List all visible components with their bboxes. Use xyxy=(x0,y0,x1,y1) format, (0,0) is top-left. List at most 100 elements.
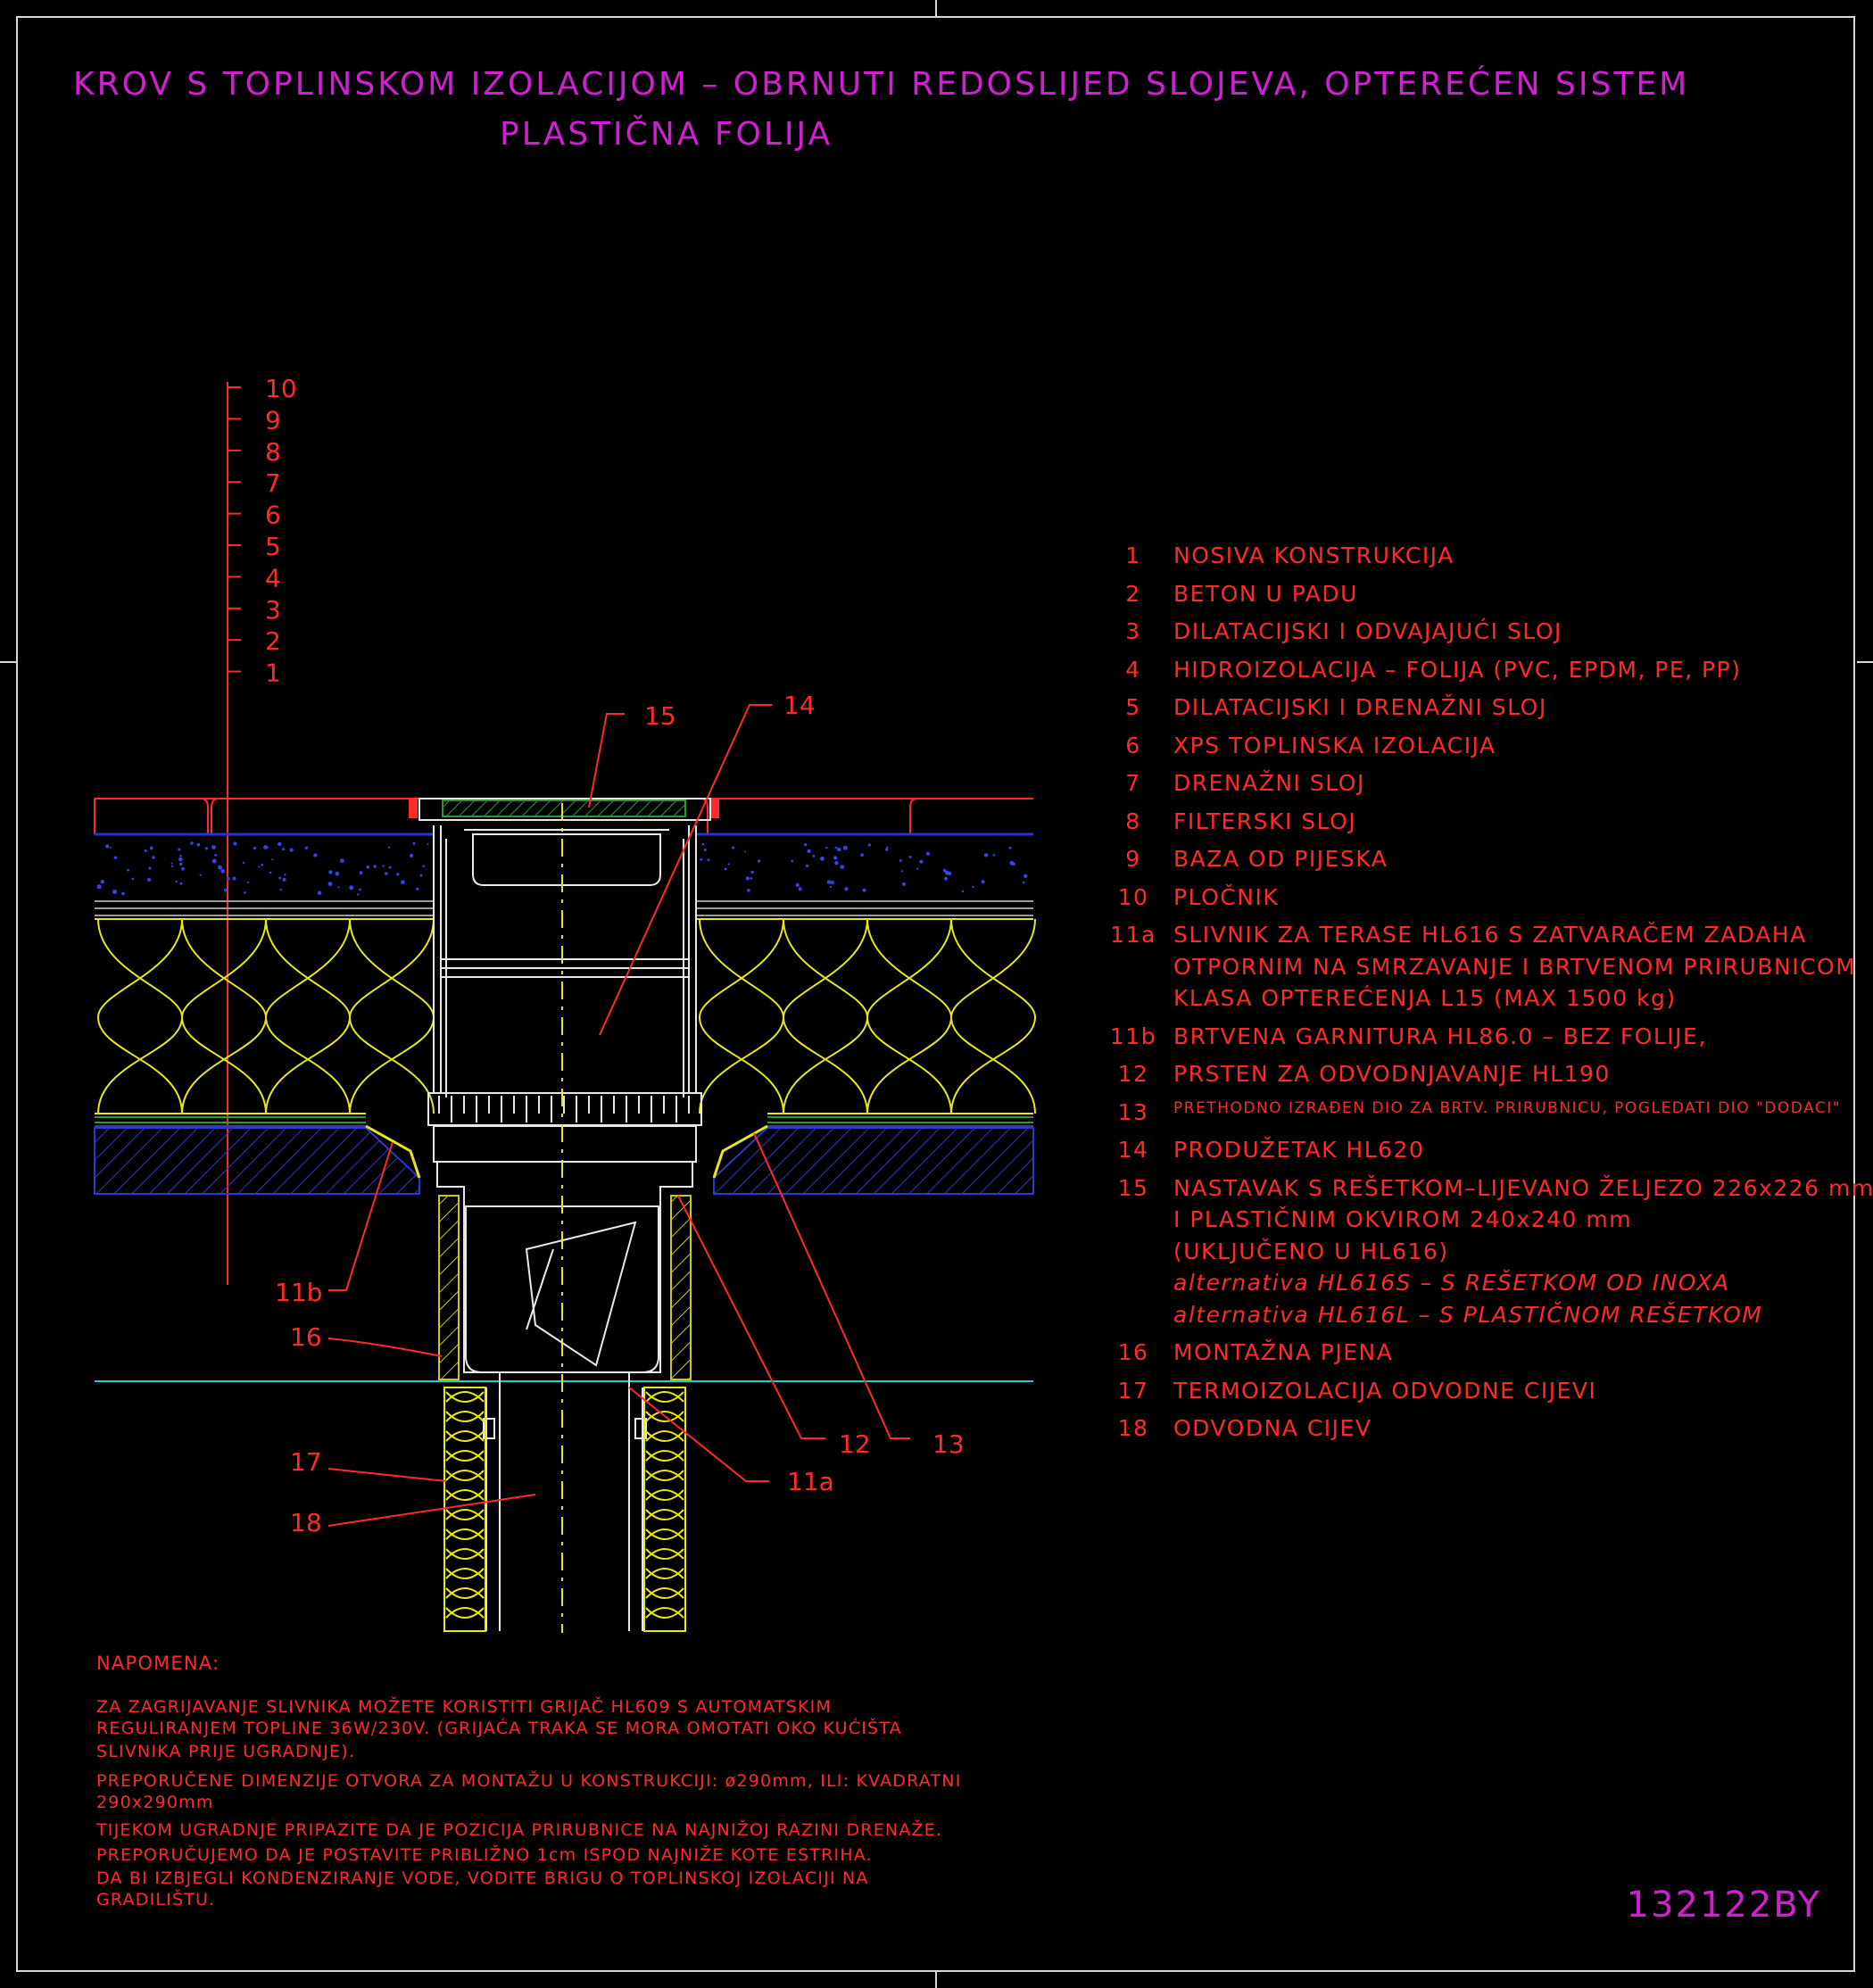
sand-grain xyxy=(812,855,816,857)
sand-grain xyxy=(833,856,838,860)
pipe-insulation-wave xyxy=(645,1509,684,1520)
sand-grain xyxy=(190,841,194,845)
sand-grain xyxy=(795,882,800,888)
pipe-insulation-wave xyxy=(445,1489,485,1501)
sand-grain xyxy=(701,842,705,846)
note-line: DA BI IZBJEGLI KONDENZIRANJE VODE, VODIT… xyxy=(96,1868,869,1888)
legend-text: BRTVENA GARNITURA HL86.0 – BEZ FOLIJE, xyxy=(1173,1023,1707,1049)
pipe-insulation-wave xyxy=(445,1548,485,1560)
sand-grain xyxy=(152,856,155,859)
sand-grain xyxy=(178,862,183,866)
note-line: SLIVNIKA PRIJE UGRADNJE). xyxy=(96,1742,356,1761)
legend-number: 16 xyxy=(1117,1339,1149,1365)
sand-grain xyxy=(278,876,281,880)
legend-number: 12 xyxy=(1117,1061,1149,1087)
sand-grain xyxy=(244,891,246,894)
sand-grain xyxy=(147,878,152,882)
insulation-loop xyxy=(348,918,435,1114)
sand-grain xyxy=(412,841,416,845)
sand-grain xyxy=(253,846,257,850)
pipe-insulation-wave xyxy=(445,1430,485,1442)
sand-grain xyxy=(744,850,747,853)
sand-grain xyxy=(901,882,907,886)
sand-grain xyxy=(919,859,924,864)
sand-grain xyxy=(791,859,793,863)
sand-grain xyxy=(992,854,996,857)
note-line: TIJEKOM UGRADNJE PRIPAZITE DA JE POZICIJ… xyxy=(96,1820,943,1840)
legend-number: 7 xyxy=(1125,770,1141,796)
sand-grain xyxy=(732,846,735,849)
sand-grain xyxy=(820,856,825,861)
mounting-foam xyxy=(438,1195,692,1380)
legend-number: 13 xyxy=(1117,1098,1149,1125)
pipe-insulation-wave xyxy=(645,1430,684,1442)
drain-body xyxy=(419,798,711,1463)
legend-number: 1 xyxy=(1125,543,1141,568)
sand-grain xyxy=(335,871,340,876)
note-line: ZA ZAGRIJAVANJE SLIVNIKA MOŽETE KORISTIT… xyxy=(96,1697,833,1717)
sand-grain xyxy=(211,858,217,864)
sand-grain xyxy=(373,865,377,868)
insulation-loop xyxy=(264,918,352,1114)
sand-grain xyxy=(211,845,216,849)
sand-grain xyxy=(178,857,183,862)
sand-grain xyxy=(100,880,104,884)
sand-grain xyxy=(269,871,272,874)
legend-text: TERMOIZOLACIJA ODVODNE CIJEVI xyxy=(1173,1377,1597,1404)
drawing-code: 132122BY xyxy=(1626,1884,1821,1926)
sand-grain xyxy=(149,846,153,850)
sand-grain xyxy=(218,865,222,870)
legend-text: SLIVNIK ZA TERASE HL616 S ZATVARAČEM ZAD… xyxy=(1173,922,1807,948)
sand-grain xyxy=(899,858,902,862)
sand-grain xyxy=(179,882,183,885)
sand-grain xyxy=(844,887,849,891)
legend-number: 4 xyxy=(1125,656,1141,683)
legend-text: alternativa HL616L – S PLASTIČNOM REŠETK… xyxy=(1173,1301,1763,1328)
pipe-insulation-wave xyxy=(645,1528,684,1540)
legend-number: 17 xyxy=(1117,1377,1149,1404)
callout-12: 12 xyxy=(839,1429,871,1459)
legend-text: DRENAŽNI SLOJ xyxy=(1173,770,1365,796)
legend-text: HIDROIZOLACIJA – FOLIJA (PVC, EPDM, PE, … xyxy=(1173,656,1742,683)
legend-text: MONTAŽNA PJENA xyxy=(1173,1339,1394,1365)
legend-text: OTPORNIM NA SMRZAVANJE I BRTVENOM PRIRUB… xyxy=(1173,953,1857,980)
insulation-loop xyxy=(698,918,785,1114)
sand-grain xyxy=(416,887,419,891)
sand-grain xyxy=(357,893,360,896)
sand-grain xyxy=(317,890,322,895)
pipe-insulation-wave xyxy=(445,1528,485,1540)
sand-grain xyxy=(112,890,117,894)
sand-grain xyxy=(282,877,286,882)
callout-11a: 11a xyxy=(787,1467,834,1496)
sand-grain xyxy=(1008,846,1012,849)
pipe-insulation-wave xyxy=(645,1470,684,1481)
sand-grain xyxy=(948,871,952,875)
legend-text: (UKLJUČENO U HL616) xyxy=(1173,1238,1449,1264)
pipe-insulation-wave xyxy=(445,1411,485,1422)
sand-grain xyxy=(422,865,426,868)
sand-grain xyxy=(113,856,117,859)
sand-grain xyxy=(860,853,864,857)
legend-text: NOSIVA KONSTRUKCIJA xyxy=(1173,543,1454,568)
sand-grain xyxy=(328,870,333,874)
sand-grain xyxy=(204,847,208,850)
callout-14: 14 xyxy=(783,691,816,720)
pipe-insulation-wave xyxy=(645,1450,684,1462)
sand-grain xyxy=(214,854,218,857)
sand-grain xyxy=(830,881,834,884)
legend-number: 14 xyxy=(1117,1137,1149,1163)
scale-label: 8 xyxy=(265,437,281,467)
insulation-loop xyxy=(782,918,869,1114)
sand-grain xyxy=(826,880,832,884)
sand-grain xyxy=(807,849,811,854)
sand-grain xyxy=(349,885,354,890)
legend-text: PRODUŽETAK HL620 xyxy=(1173,1137,1425,1163)
sand-grain xyxy=(1024,874,1028,878)
sand-grain xyxy=(972,885,974,889)
sand-grain xyxy=(232,876,236,881)
note-line: REGULIRANJEM TOPLINE 36W/230V. (GRIJAĆA … xyxy=(96,1719,902,1738)
scale-label: 10 xyxy=(265,374,297,403)
scale-label: 5 xyxy=(265,532,281,561)
sand-grain xyxy=(359,888,361,891)
sand-grain xyxy=(242,861,245,865)
